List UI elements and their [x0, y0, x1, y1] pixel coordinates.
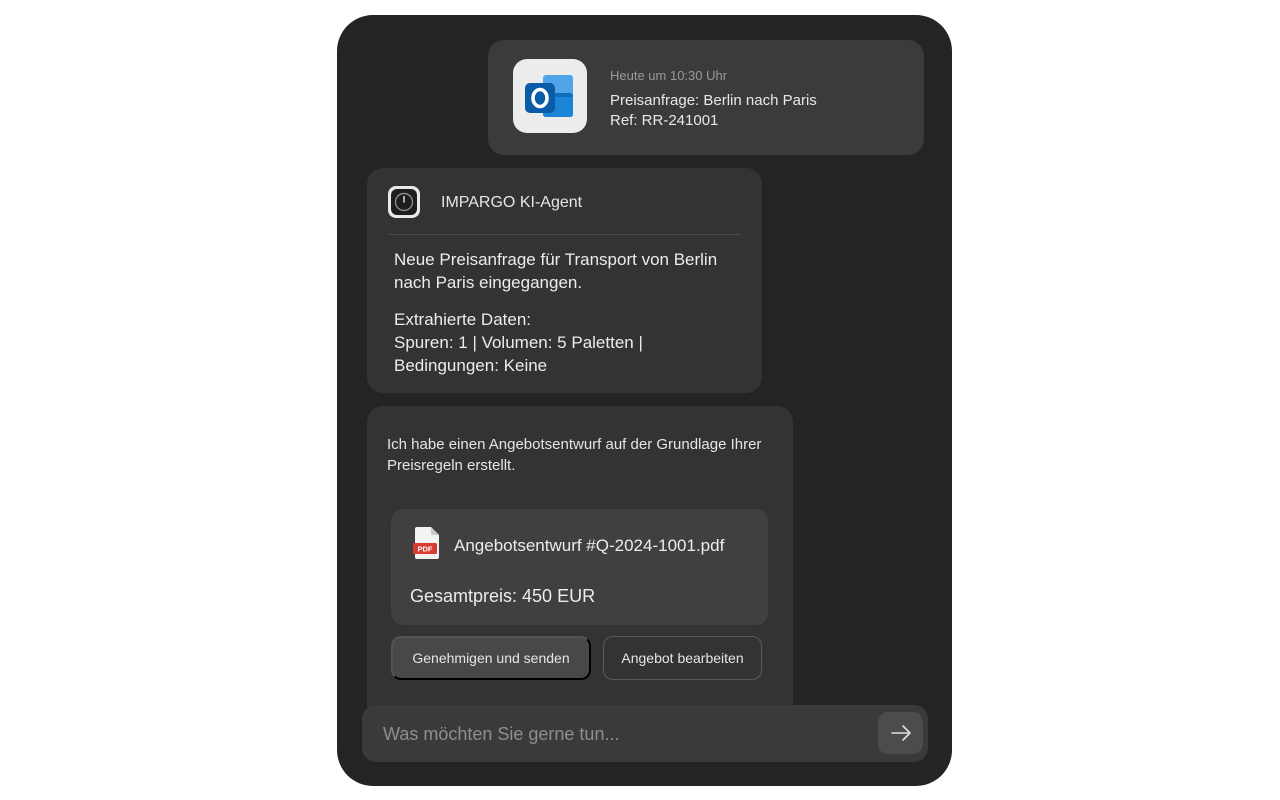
extracted-data-line: Spuren: 1 | Volumen: 5 Paletten | [394, 333, 643, 352]
email-timestamp: Heute um 10:30 Uhr [610, 68, 728, 83]
quote-draft-card: Ich habe einen Angebotsentwurf auf der G… [367, 406, 793, 736]
send-button[interactable] [878, 712, 923, 754]
message-input[interactable] [381, 705, 855, 764]
agent-message: Neue Preisanfrage für Transport von Berl… [394, 250, 718, 292]
chat-panel: Heute um 10:30 Uhr Preisanfrage: Berlin … [337, 15, 952, 786]
pdf-file-name: Angebotsentwurf #Q-2024-1001.pdf [454, 536, 725, 555]
email-reference: Ref: RR-241001 [610, 112, 719, 129]
extracted-data-line: Bedingungen: Keine [394, 356, 548, 375]
draft-message: Ich habe einen Angebotsentwurf auf der G… [387, 436, 762, 474]
agent-message-card: IMPARGO KI-Agent Neue Preisanfrage für T… [367, 168, 762, 393]
email-notification[interactable]: Heute um 10:30 Uhr Preisanfrage: Berlin … [488, 40, 924, 155]
outlook-icon [513, 59, 587, 133]
pdf-icon-label: PDF [418, 545, 433, 554]
email-subject: Preisanfrage: Berlin nach Paris [610, 92, 817, 109]
message-composer [362, 705, 928, 764]
impargo-logo-icon [388, 186, 420, 218]
pdf-attachment[interactable]: PDF Angebotsentwurf #Q-2024-1001.pdf Ges… [391, 509, 768, 625]
agent-divider [388, 234, 741, 235]
pdf-file-icon: PDF [413, 526, 441, 560]
arrow-right-icon [891, 725, 911, 741]
total-price: Gesamtpreis: 450 EUR [410, 586, 596, 606]
extracted-data: Extrahierte Daten: Spuren: 1 | Volumen: … [394, 308, 744, 377]
extracted-data-title: Extrahierte Daten: [394, 310, 532, 329]
agent-name: IMPARGO KI-Agent [441, 194, 583, 211]
approve-and-send-button[interactable]: Genehmigen und senden [391, 636, 591, 680]
edit-quote-button[interactable]: Angebot bearbeiten [603, 636, 762, 680]
